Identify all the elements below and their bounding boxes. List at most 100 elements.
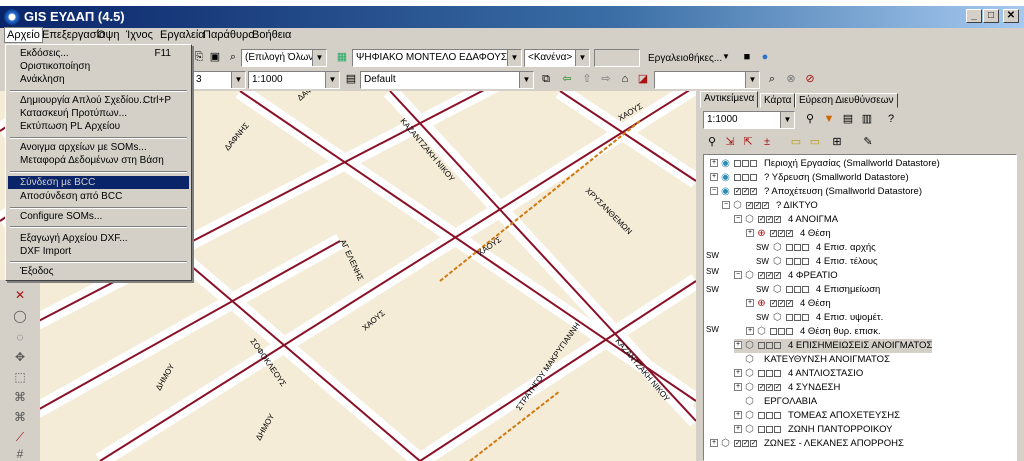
tree-node[interactable]: + ◉ ? Υδρευση (Smallworld Datastore)	[710, 171, 909, 185]
expand-toggle-icon[interactable]: +	[746, 229, 754, 238]
pan-icon[interactable]: ✥	[10, 348, 30, 366]
tree-node[interactable]: − ◉ ✓ ✓ ✓? Αποχέτευση (Smallworld Datastore)	[710, 185, 922, 199]
help-icon[interactable]: ?	[882, 110, 900, 128]
delete-icon[interactable]: ✕	[10, 286, 30, 304]
dem-combo[interactable]: ΨΗΦΙΑΚΟ ΜΟΝΤΕΛΟ ΕΔΑΦΟΥΣ (NGI) ▼	[352, 49, 522, 67]
menu-item-revoke[interactable]: Ανάκληση	[8, 73, 189, 86]
visibility-checkbox[interactable]	[750, 173, 757, 181]
panel-scale-combo[interactable]: 1:1000 ▼	[703, 111, 795, 129]
visibility-checkbox[interactable]	[770, 327, 777, 335]
layer-props-icon[interactable]: ▥	[858, 110, 876, 128]
menu-trace[interactable]: Ίχνος	[126, 29, 153, 41]
menu-file[interactable]: Αρχείο	[4, 27, 43, 43]
home-icon[interactable]: ⌂	[616, 70, 634, 88]
visibility-checkbox[interactable]	[801, 285, 809, 293]
visibility-checkbox[interactable]: ✓	[750, 439, 757, 447]
menu-item-finalize[interactable]: Οριστικοποίηση	[8, 60, 189, 73]
tree-node[interactable]: + ⬡ 4 ΕΠΙΣΗΜΕΙΩΣΕΙΣ ΑΝΟΙΓΜΑΤΟΣ	[734, 339, 933, 353]
visibility-checkbox[interactable]	[758, 411, 765, 419]
menu-item-configure-soms[interactable]: Configure SOMs...	[8, 210, 189, 223]
visibility-checkbox[interactable]	[774, 341, 781, 349]
expand-toggle-icon[interactable]: +	[734, 411, 742, 420]
tab-objects[interactable]: Αντικείμενα	[700, 91, 759, 108]
none-combo[interactable]: <Κανένα> ▼	[524, 49, 590, 67]
expand-icon[interactable]: ⊞	[828, 133, 846, 151]
tree-node[interactable]: + ⬡ 4 Θέση θυρ. επισκ.	[746, 325, 881, 339]
empty-field[interactable]	[594, 49, 640, 67]
visibility-checkbox[interactable]	[793, 243, 801, 251]
zoom-clear-icon[interactable]: ⊗	[782, 70, 800, 88]
menu-item-dxf-import[interactable]: DXF Import	[8, 245, 189, 258]
settings-icon[interactable]: ✎	[859, 133, 877, 151]
expand-toggle-icon[interactable]: +	[710, 159, 718, 168]
unlock-icon[interactable]: ⌘	[10, 408, 30, 426]
menu-item-versions[interactable]: Εκδόσεις... F11	[8, 47, 189, 60]
tree-node[interactable]: SW ⬡ 4 Επισ. αρχής	[746, 241, 876, 255]
menu-help[interactable]: Βοήθεια	[252, 29, 291, 41]
deselect-icon[interactable]: ⇱	[739, 133, 757, 151]
chevron-down-icon[interactable]: ▼	[575, 50, 589, 66]
menu-tools[interactable]: Εργαλεία	[160, 29, 205, 41]
visibility-checkbox[interactable]	[801, 243, 809, 251]
find-icon[interactable]: ⚲	[703, 133, 721, 151]
style-icon[interactable]: ▤	[342, 70, 360, 88]
tree-node[interactable]: + ⬡ ✓ ✓ ✓ ΖΩΝΕΣ - ΛΕΚΑΝΕΣ ΑΠΟΡΡΟΗΣ	[710, 437, 904, 451]
arrow-right-icon[interactable]: ⇨	[597, 70, 615, 88]
filter-icon[interactable]: ▼	[820, 110, 838, 128]
select-area-icon[interactable]: ⬚	[10, 368, 30, 386]
visibility-checkbox[interactable]	[742, 173, 749, 181]
visibility-checkbox[interactable]	[758, 341, 765, 349]
visibility-checkbox[interactable]	[758, 425, 765, 433]
selection-combo[interactable]: (Επιλογή Όλων) ▼	[241, 49, 327, 67]
visibility-checkbox[interactable]: ✓	[742, 439, 749, 447]
lasso-icon[interactable]: ◌	[10, 328, 30, 346]
expand-toggle-icon[interactable]: +	[710, 439, 718, 448]
visibility-checkbox[interactable]	[758, 369, 765, 377]
visibility-checkbox[interactable]: ✓	[774, 215, 781, 223]
minimize-button[interactable]: _	[966, 9, 982, 23]
visibility-checkbox[interactable]: ✓	[766, 215, 773, 223]
line-tool-icon[interactable]: ⟋	[10, 428, 30, 446]
visibility-checkbox[interactable]: ✓	[758, 383, 765, 391]
chevron-down-icon[interactable]: ▼	[780, 112, 794, 128]
tree-node[interactable]: + ⊕ ✓ ✓ ✓ 4 Θέση	[746, 297, 831, 311]
tree-node[interactable]: + ⬡ ΖΩΝΗ ΠΑΝΤΟΡΡΟΙΚΟΥ	[734, 423, 893, 437]
chevron-down-icon[interactable]: ▼	[507, 50, 521, 66]
visibility-checkbox[interactable]	[766, 425, 773, 433]
visibility-checkbox[interactable]: ✓	[754, 201, 761, 209]
window-icon[interactable]: ▣	[206, 48, 224, 66]
visibility-checkbox[interactable]	[778, 327, 785, 335]
visibility-checkbox[interactable]	[734, 173, 741, 181]
cancel-zoom-icon[interactable]: ⊘	[801, 70, 819, 88]
visibility-checkbox[interactable]	[774, 369, 781, 377]
visibility-checkbox[interactable]	[766, 341, 773, 349]
menu-window[interactable]: Παράθυρο	[203, 29, 254, 41]
visibility-checkbox[interactable]: ✓	[758, 271, 765, 279]
expand-toggle-icon[interactable]: +	[734, 369, 742, 378]
tree-node[interactable]: + ⬡ ✓ ✓ ✓ 4 ΣΥΝΔΕΣΗ	[734, 381, 840, 395]
save-icon[interactable]: ■	[738, 48, 756, 66]
visibility-checkbox[interactable]	[786, 327, 793, 335]
blank-combo[interactable]: ▼	[654, 71, 760, 89]
scale-combo[interactable]: 1:1000 ▼	[248, 71, 340, 89]
visibility-checkbox[interactable]	[785, 285, 793, 293]
folder-icon[interactable]: ▭	[787, 133, 805, 151]
tree-node[interactable]: SW ⬡ 4 Επισ. τέλους	[746, 255, 878, 269]
tree-node[interactable]: − ⬡ ✓ ✓ ✓? ΔΙΚΤΥΟ	[722, 199, 818, 213]
menu-item-disconnect-bcc[interactable]: Αποσύνδεση από BCC	[8, 190, 189, 203]
menu-item-transfer-data[interactable]: Μεταφορά Δεδομένων στη Βάση	[8, 154, 189, 167]
globe-icon[interactable]: ●	[756, 48, 774, 66]
menu-item-print-pl[interactable]: Εκτύπωση PL Αρχείου	[8, 120, 189, 133]
tree-node[interactable]: + ⊕ ✓ ✓ ✓ 4 Θέση	[746, 227, 831, 241]
visibility-checkbox[interactable]	[793, 285, 801, 293]
object-tree[interactable]: + ◉ Περιοχή Εργασίας (Smallworld Datastore…	[703, 154, 1017, 461]
tree-node[interactable]: + ◉ Περιοχή Εργασίας (Smallworld Datastore…	[710, 157, 940, 171]
expand-toggle-icon[interactable]: +	[734, 341, 742, 350]
expand-toggle-icon[interactable]: −	[722, 201, 730, 210]
visibility-checkbox[interactable]: ✓	[762, 201, 769, 209]
tree-node[interactable]: − ⬡ ✓ ✓ ✓ 4 ΑΝΟΙΓΜΑ	[734, 213, 838, 227]
visibility-checkbox[interactable]	[774, 425, 781, 433]
chevron-down-icon[interactable]: ▼	[722, 52, 730, 61]
expand-toggle-icon[interactable]: +	[746, 299, 754, 308]
visibility-checkbox[interactable]: ✓	[778, 299, 785, 307]
